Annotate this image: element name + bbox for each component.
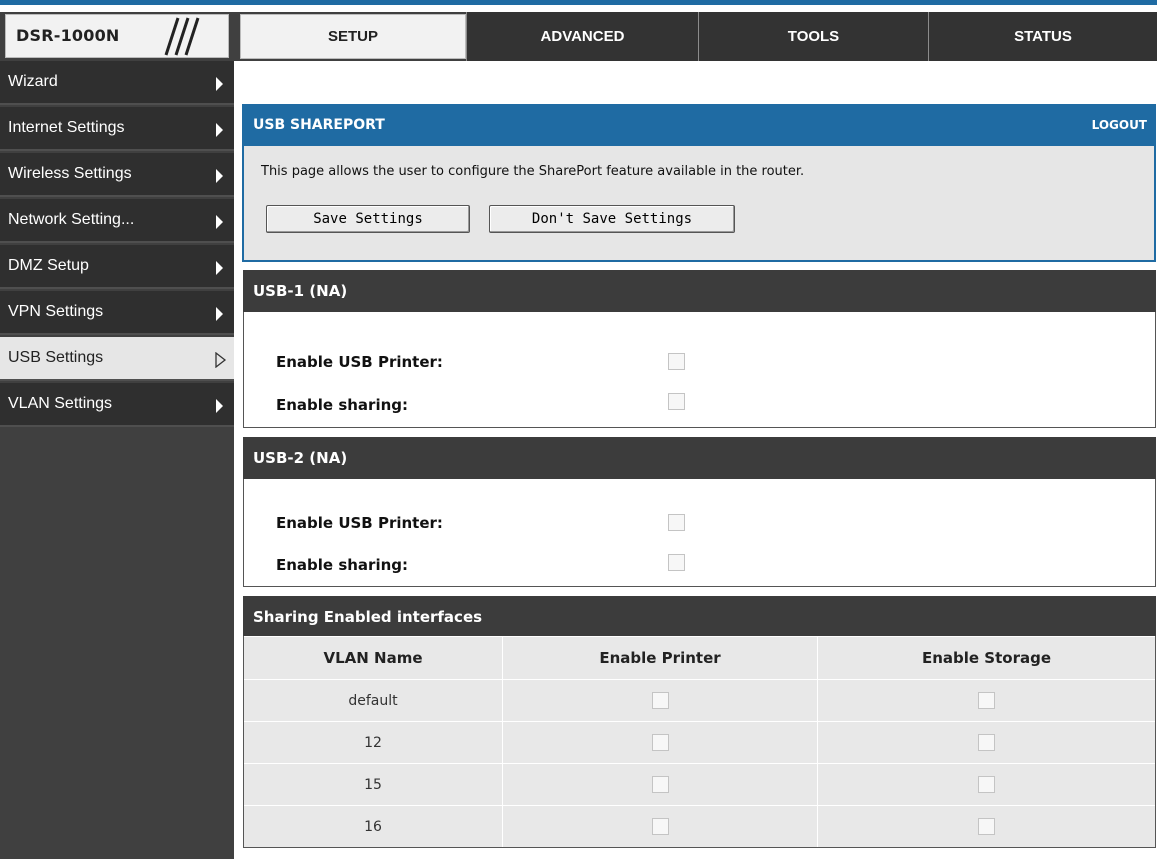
printer-cell (502, 680, 817, 721)
storage-cell (817, 806, 1155, 847)
printer-cell (502, 806, 817, 847)
usb2-section: Enable USB Printer: Enable sharing: (243, 479, 1156, 587)
page-header: USB SHAREPORT LOGOUT (242, 104, 1156, 146)
sidebar-item-label: DMZ Setup (8, 257, 89, 274)
arrow-right-icon (216, 307, 223, 321)
column-header-vlan-name: VLAN Name (323, 649, 423, 667)
storage-checkbox[interactable] (978, 776, 995, 793)
tab-status[interactable]: STATUS (928, 12, 1157, 61)
printer-checkbox[interactable] (651, 734, 669, 751)
dont-save-settings-button[interactable]: Don't Save Settings (489, 205, 735, 233)
sidebar-item-dmz-setup[interactable]: DMZ Setup (0, 245, 234, 289)
sidebar-item-vlan-settings[interactable]: VLAN Settings (0, 383, 234, 427)
arrow-right-icon (216, 215, 223, 229)
table-row: 15 (244, 763, 1155, 805)
sharing-table-title: Sharing Enabled interfaces (253, 608, 483, 626)
storage-checkbox[interactable] (978, 734, 995, 751)
table-header-row: VLAN Name Enable Printer Enable Storage (244, 636, 1155, 679)
sidebar-item-wizard[interactable]: Wizard (0, 61, 234, 105)
table-row: default (244, 679, 1155, 721)
usb2-section-header: USB-2 (NA) (243, 437, 1156, 479)
usb1-section-header: USB-1 (NA) (243, 270, 1156, 312)
page-description: This page allows the user to configure t… (261, 164, 805, 179)
arrow-right-icon (216, 77, 223, 91)
logout-link[interactable]: LOGOUT (1092, 118, 1147, 132)
vlan-name-cell: default (348, 692, 398, 709)
arrow-right-icon (216, 261, 223, 275)
usb2-printer-label: Enable USB Printer: (276, 514, 443, 532)
usb1-sharing-checkbox[interactable] (668, 393, 685, 410)
printer-checkbox[interactable] (651, 776, 669, 793)
usb1-sharing-label: Enable sharing: (276, 396, 409, 414)
sharing-table: VLAN Name Enable Printer Enable Storage … (243, 636, 1156, 848)
sidebar: Wizard Internet Settings Wireless Settin… (0, 61, 234, 859)
arrow-right-outline-icon (215, 352, 227, 368)
printer-checkbox[interactable] (651, 692, 669, 709)
tab-advanced[interactable]: ADVANCED (466, 12, 698, 61)
storage-checkbox[interactable] (978, 692, 995, 709)
sidebar-item-label: VPN Settings (8, 303, 104, 320)
sidebar-item-wireless-settings[interactable]: Wireless Settings (0, 153, 234, 197)
usb1-printer-label: Enable USB Printer: (276, 353, 443, 371)
sidebar-item-network-settings[interactable]: Network Setting... (0, 199, 234, 243)
usb2-printer-checkbox[interactable] (668, 514, 685, 531)
sidebar-item-label: VLAN Settings (8, 395, 113, 412)
sidebar-item-label: Wizard (8, 73, 58, 90)
arrow-right-icon (216, 169, 223, 183)
model-name: DSR-1000N (16, 26, 120, 45)
sidebar-item-vpn-settings[interactable]: VPN Settings (0, 291, 234, 335)
usb1-title: USB-1 (NA) (253, 282, 348, 300)
sidebar-item-internet-settings[interactable]: Internet Settings (0, 107, 234, 151)
storage-cell (817, 764, 1155, 805)
save-settings-button[interactable]: Save Settings (266, 205, 470, 233)
arrow-right-icon (216, 399, 223, 413)
vlan-name-cell: 16 (364, 818, 382, 835)
usb2-sharing-label: Enable sharing: (276, 556, 409, 574)
top-header: DSR-1000N SETUP ADVANCED TOOLS STATUS (0, 12, 1157, 61)
printer-cell (502, 722, 817, 763)
sidebar-item-label: Network Setting... (8, 211, 135, 228)
sidebar-item-label: USB Settings (8, 349, 104, 366)
tab-setup[interactable]: SETUP (240, 14, 466, 59)
table-row: 16 (244, 805, 1155, 847)
usb2-sharing-checkbox[interactable] (668, 554, 685, 571)
vlan-name-cell: 12 (364, 734, 382, 751)
page-title: USB SHAREPORT (253, 117, 385, 133)
tab-tools[interactable]: TOOLS (698, 12, 928, 61)
sidebar-item-label: Internet Settings (8, 119, 125, 136)
table-row: 12 (244, 721, 1155, 763)
usb1-printer-checkbox[interactable] (668, 353, 685, 370)
page-intro: This page allows the user to configure t… (242, 146, 1156, 262)
column-header-enable-printer: Enable Printer (502, 637, 817, 679)
column-header-enable-storage: Enable Storage (817, 637, 1155, 679)
model-logo: DSR-1000N (5, 14, 229, 58)
printer-cell (502, 764, 817, 805)
slashes-icon (164, 17, 200, 56)
sidebar-item-label: Wireless Settings (8, 165, 132, 182)
storage-checkbox[interactable] (978, 818, 995, 835)
sidebar-item-usb-settings[interactable]: USB Settings (0, 337, 234, 381)
arrow-right-icon (216, 123, 223, 137)
sharing-table-header: Sharing Enabled interfaces (243, 596, 1156, 636)
usb1-section: Enable USB Printer: Enable sharing: (243, 312, 1156, 428)
storage-cell (817, 680, 1155, 721)
main-tabs: SETUP ADVANCED TOOLS STATUS (240, 12, 1157, 61)
vlan-name-cell: 15 (364, 776, 382, 793)
storage-cell (817, 722, 1155, 763)
usb2-title: USB-2 (NA) (253, 449, 348, 467)
top-accent-bar (0, 0, 1157, 5)
printer-checkbox[interactable] (651, 818, 669, 835)
